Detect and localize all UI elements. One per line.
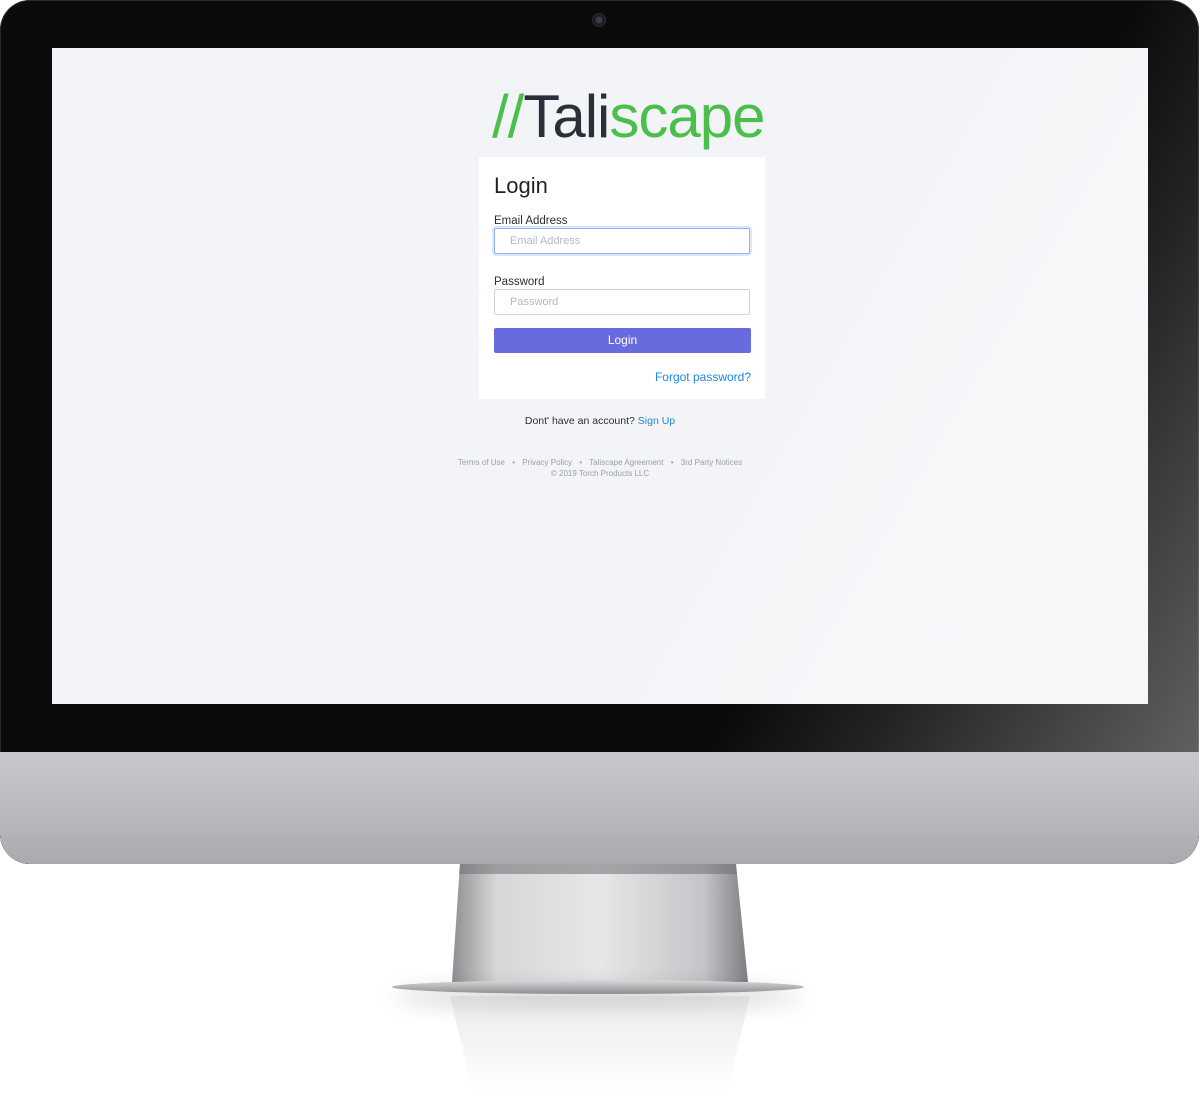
footer-separator: • xyxy=(670,458,674,467)
taliscape-logo: //Taliscape xyxy=(492,82,765,152)
footer-separator: • xyxy=(512,458,516,467)
logo-slashes: // xyxy=(492,83,524,150)
forgot-password-link[interactable]: Forgot password? xyxy=(655,370,751,384)
login-button[interactable]: Login xyxy=(494,328,751,353)
signup-link[interactable]: Sign Up xyxy=(638,415,675,427)
login-card: Login Email Address Password Login Forgo… xyxy=(479,157,765,399)
footer-separator: • xyxy=(579,458,583,467)
privacy-policy-link[interactable]: Privacy Policy xyxy=(522,458,572,467)
screen: //Taliscape Login Email Address Password… xyxy=(52,48,1148,704)
taliscape-agreement-link[interactable]: Taliscape Agreement xyxy=(589,458,663,467)
email-field[interactable] xyxy=(494,228,750,254)
terms-of-use-link[interactable]: Terms of Use xyxy=(458,458,505,467)
login-title: Login xyxy=(494,173,548,198)
logo-text-tali: Tali xyxy=(523,83,610,150)
monitor-chin xyxy=(0,752,1199,864)
signup-prompt: Dont' have an account? Sign Up xyxy=(52,415,1148,427)
monitor-stand-base xyxy=(392,980,804,994)
stand-reflection xyxy=(450,996,750,1096)
footer-links: Terms of Use • Privacy Policy • Taliscap… xyxy=(52,458,1148,467)
email-label: Email Address xyxy=(494,215,568,227)
copyright: © 2019 Torch Products LLC xyxy=(550,469,650,478)
third-party-notices-link[interactable]: 3rd Party Notices xyxy=(681,458,742,467)
password-field[interactable] xyxy=(494,289,750,315)
password-label: Password xyxy=(494,276,545,288)
monitor-frame: //Taliscape Login Email Address Password… xyxy=(0,0,1199,864)
logo-text-scape: scape xyxy=(609,83,765,150)
monitor-stand xyxy=(452,864,748,982)
camera-icon xyxy=(592,13,606,27)
signup-prompt-text: Dont' have an account? xyxy=(524,415,635,427)
